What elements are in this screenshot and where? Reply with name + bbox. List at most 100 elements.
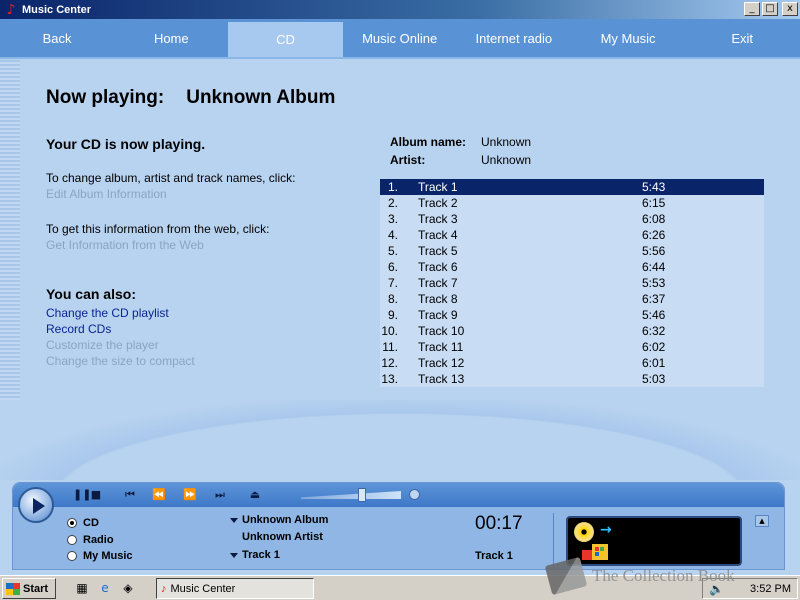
compact-size-link[interactable]: Change the size to compact <box>46 354 195 368</box>
change-playlist-link[interactable]: Change the CD playlist <box>46 306 169 320</box>
radio-radio[interactable] <box>67 535 77 545</box>
previous-track-button[interactable]: ⏮ <box>121 487 139 503</box>
taskbar-music-center[interactable]: ♪ Music Center <box>156 578 314 599</box>
record-cds-link[interactable]: Record CDs <box>46 322 111 336</box>
track-row[interactable]: 6. Track 6 6:44 <box>380 259 764 275</box>
track-number: 10. <box>381 324 398 338</box>
dropdown-arrow-icon <box>230 553 238 558</box>
nav-bar: Back Home CD Music Online Internet radio… <box>0 19 800 59</box>
track-row[interactable]: 5. Track 5 5:56 <box>380 243 764 259</box>
track-row[interactable]: 3. Track 3 6:08 <box>380 211 764 227</box>
source-my-music[interactable]: My Music <box>67 550 133 562</box>
music-note-icon: ♪ <box>161 582 167 595</box>
track-duration: 5:46 <box>642 308 666 322</box>
track-name: Track 5 <box>418 244 458 258</box>
change-info-text: To change album, artist and track names,… <box>46 171 296 185</box>
player-track: Track 1 <box>242 549 280 561</box>
track-number: 11. <box>382 340 398 354</box>
track-duration: 6:02 <box>642 340 666 354</box>
track-duration: 6:15 <box>642 196 666 210</box>
track-row[interactable]: 8. Track 8 6:37 <box>380 291 764 307</box>
minimize-button[interactable]: _ <box>744 2 760 16</box>
track-duration: 6:37 <box>642 292 666 306</box>
track-number: 7. <box>387 276 398 290</box>
track-name: Track 7 <box>418 276 458 290</box>
player-artist: Unknown Artist <box>242 531 323 543</box>
fast-forward-button[interactable]: ⏩ <box>181 487 199 503</box>
watermark: The Collection Book <box>544 554 788 598</box>
page-title: Now playing: Unknown Album <box>46 87 335 109</box>
album-title: Unknown Album <box>186 87 336 108</box>
balance-knob[interactable] <box>409 489 420 500</box>
track-row[interactable]: 2. Track 2 6:15 <box>380 195 764 211</box>
media-icon[interactable]: ◈ <box>120 580 136 596</box>
track-duration: 6:44 <box>642 260 666 274</box>
track-number: 3. <box>387 212 398 226</box>
track-row[interactable]: 13. Track 13 5:03 <box>380 371 764 387</box>
customize-player-link[interactable]: Customize the player <box>46 338 159 352</box>
track-number: 5. <box>387 244 398 258</box>
album-name-label: Album name: <box>390 135 467 149</box>
track-row[interactable]: 4. Track 4 6:26 <box>380 227 764 243</box>
track-name: Track 3 <box>418 212 458 226</box>
track-row[interactable]: 12. Track 12 6:01 <box>380 355 764 371</box>
source-cd[interactable]: CD <box>67 517 99 529</box>
volume-slider-thumb[interactable] <box>358 488 366 502</box>
pause-button[interactable]: ❚❚ <box>73 487 91 503</box>
start-button[interactable]: Start <box>2 578 56 599</box>
track-number: 9. <box>387 308 398 322</box>
edit-album-link[interactable]: Edit Album Information <box>46 187 167 201</box>
show-desktop-icon[interactable]: ▦ <box>74 580 90 596</box>
nav-cd[interactable]: CD <box>228 22 343 57</box>
next-track-button[interactable]: ⏭ <box>211 487 229 503</box>
track-number: 13. <box>381 372 398 386</box>
eject-button[interactable]: ⏏ <box>246 487 264 503</box>
now-playing-label: Now playing: <box>46 87 165 108</box>
track-row[interactable]: 10. Track 10 6:32 <box>380 323 764 339</box>
current-track-label: Track 1 <box>475 550 513 562</box>
track-duration: 5:56 <box>642 244 666 258</box>
rewind-button[interactable]: ⏪ <box>150 487 168 503</box>
track-name: Track 1 <box>418 180 458 194</box>
track-row[interactable]: 9. Track 9 5:46 <box>380 307 764 323</box>
album-dropdown[interactable]: Unknown Album <box>230 514 328 526</box>
nav-exit[interactable]: Exit <box>685 19 799 57</box>
nav-music-online[interactable]: Music Online <box>343 19 457 57</box>
play-button[interactable] <box>18 487 54 523</box>
maximize-button[interactable]: □ <box>762 2 778 16</box>
artist-value: Unknown <box>481 153 532 167</box>
track-row[interactable]: 1. Track 1 5:43 <box>380 179 764 195</box>
track-dropdown[interactable]: Track 1 <box>230 549 280 561</box>
book-icon <box>544 556 588 596</box>
playing-status: Your CD is now playing. <box>46 136 206 152</box>
start-label: Start <box>23 582 49 595</box>
also-heading: You can also: <box>46 286 136 302</box>
track-duration: 6:26 <box>642 228 666 242</box>
radio-cd[interactable] <box>67 518 77 528</box>
nav-back[interactable]: Back <box>0 19 114 57</box>
track-row[interactable]: 11. Track 11 6:02 <box>380 339 764 355</box>
nav-my-music[interactable]: My Music <box>571 19 685 57</box>
stop-button[interactable]: ■ <box>89 487 103 503</box>
track-number: 6. <box>387 260 398 274</box>
track-name: Track 2 <box>418 196 458 210</box>
close-button[interactable]: x <box>782 2 798 16</box>
elapsed-time: 00:17 <box>475 513 523 534</box>
windows-logo-icon <box>6 582 20 595</box>
window-controls: _ □ x <box>744 2 798 16</box>
internet-explorer-icon[interactable]: e <box>97 580 113 596</box>
track-name: Track 4 <box>418 228 458 242</box>
nav-internet-radio[interactable]: Internet radio <box>457 19 571 57</box>
track-name: Track 13 <box>418 372 465 386</box>
get-web-info-link[interactable]: Get Information from the Web <box>46 238 204 252</box>
track-row[interactable]: 7. Track 7 5:53 <box>380 275 764 291</box>
compact-mode-button[interactable]: ▲ <box>755 515 769 527</box>
taskbar-task-label: Music Center <box>170 582 236 595</box>
source-my-music-label: My Music <box>83 550 133 562</box>
nav-home[interactable]: Home <box>114 19 228 57</box>
source-radio[interactable]: Radio <box>67 534 114 546</box>
radio-my-music[interactable] <box>67 551 77 561</box>
album-name-value: Unknown <box>481 135 532 149</box>
track-duration: 5:53 <box>642 276 666 290</box>
title-bar: ♪ Music Center _ □ x <box>0 0 800 19</box>
